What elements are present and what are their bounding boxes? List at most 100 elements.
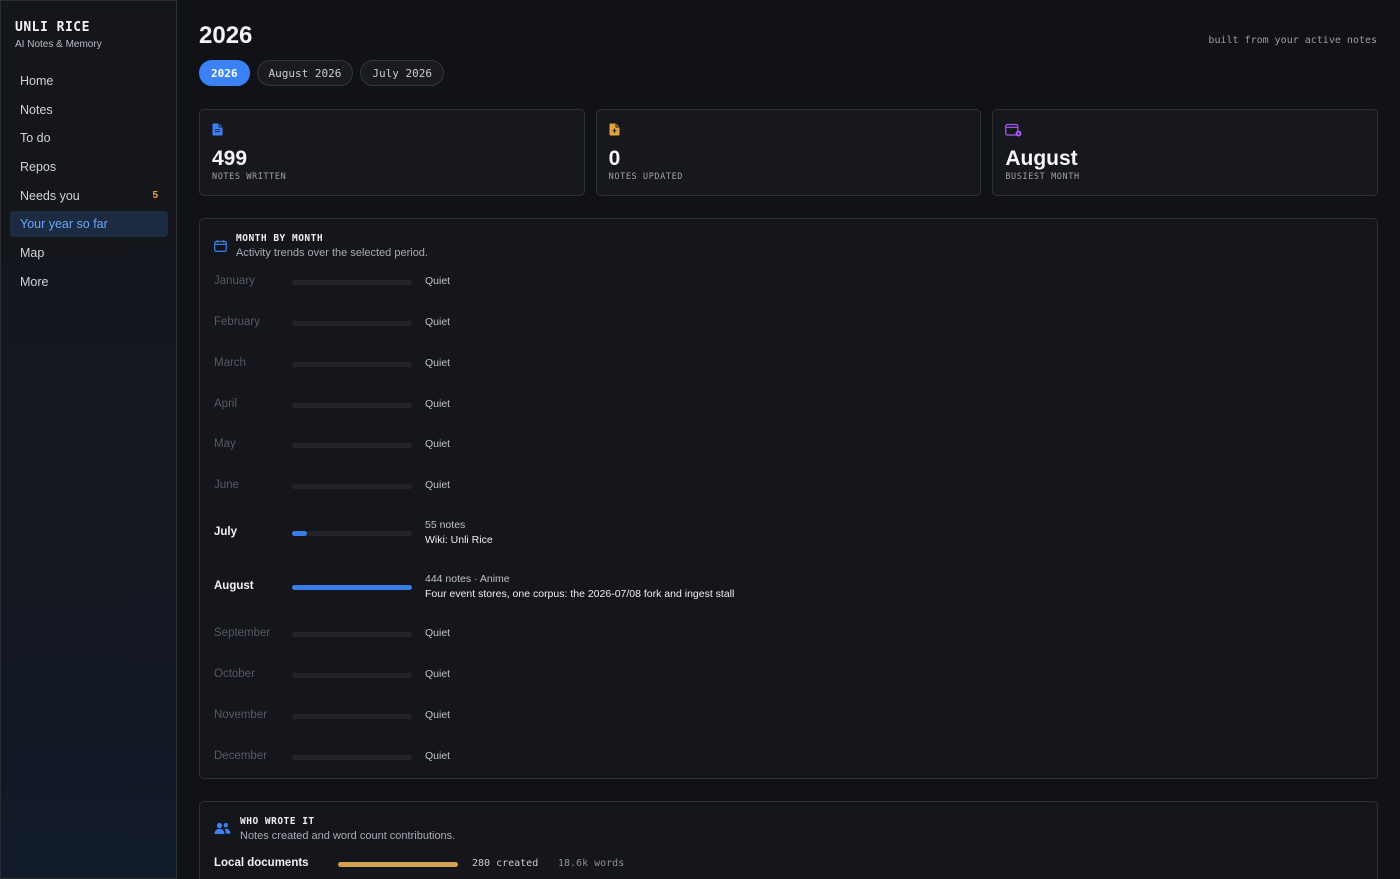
sidebar-nav: Home Notes To do Repos Needs you 5 Your year s… [10, 68, 168, 298]
month-summary: Quiet [425, 668, 450, 680]
sidebar-item-label: More [20, 274, 49, 289]
document-edit-icon [609, 123, 620, 141]
month-summary: 55 notes Wiki: Unli Rice [425, 519, 493, 546]
tab-july-2026[interactable]: July 2026 [360, 60, 444, 86]
stat-label: BUSIEST MONTH [1005, 172, 1080, 182]
month-name: May [214, 438, 236, 450]
month-highlight: Wiki: Unli Rice [425, 534, 493, 546]
author-contribution-bar [338, 862, 458, 867]
month-activity-bar [292, 484, 412, 489]
month-summary: Quiet [425, 627, 450, 639]
month-summary: Quiet [425, 398, 450, 410]
sidebar-item-your-year-so-far[interactable]: Your year so far [10, 211, 168, 238]
month-row-august: August 444 notes · Anime Four event stores… [214, 573, 1364, 600]
month-name: December [214, 750, 268, 762]
month-row-november: November Quiet [214, 704, 1364, 728]
month-count: Quiet [425, 438, 451, 450]
month-count: 55 notes [425, 519, 466, 531]
sidebar-item-home[interactable]: Home [10, 68, 168, 94]
month-activity-fill [292, 585, 412, 590]
sidebar-item-more[interactable]: More [10, 269, 168, 295]
month-activity-bar [292, 403, 412, 408]
month-summary: Quiet [425, 316, 450, 328]
month-count: Quiet [425, 709, 451, 721]
calendar-icon [214, 239, 227, 257]
month-name: June [214, 479, 239, 491]
month-summary: Quiet [425, 750, 450, 762]
app-title: UNLI RICE [15, 20, 90, 35]
sidebar-item-repos[interactable]: Repos [10, 154, 168, 180]
month-summary: Quiet [425, 275, 450, 287]
month-activity-bar [292, 443, 412, 448]
page-title: 2026 [199, 22, 253, 49]
tab-august-2026[interactable]: August 2026 [256, 60, 354, 86]
panel-title: MONTH BY MONTH [236, 233, 324, 244]
users-icon [214, 822, 231, 840]
panel-subtitle: Activity trends over the selected period… [236, 247, 428, 259]
month-activity-bar [292, 531, 412, 536]
month-activity-bar [292, 585, 412, 590]
stat-card-busiest-month: August BUSIEST MONTH [992, 109, 1379, 196]
author-contribution-fill [338, 862, 458, 867]
sidebar-item-needs-you[interactable]: Needs you 5 [10, 183, 168, 209]
sidebar-item-to-do[interactable]: To do [10, 125, 168, 151]
sidebar-item-label: Notes [20, 102, 53, 117]
sidebar-item-map[interactable]: Map [10, 240, 168, 266]
stat-card-notes-written: 499 NOTES WRITTEN [199, 109, 585, 196]
month-name: August [214, 580, 254, 592]
month-activity-bar [292, 673, 412, 678]
month-name: March [214, 357, 246, 369]
stat-value: 499 [212, 147, 248, 170]
month-name: September [214, 627, 271, 639]
month-count: Quiet [425, 398, 451, 410]
period-tabs: 2026 August 2026 July 2026 [199, 60, 444, 86]
sidebar: UNLI RICE AI Notes & Memory Home Notes To … [0, 0, 177, 879]
panel-header: MONTH BY MONTH Activity trends over the … [214, 233, 428, 259]
stat-value: August [1005, 147, 1078, 170]
month-row-october: October Quiet [214, 663, 1364, 687]
calendar-star-icon [1005, 123, 1022, 142]
month-count: Quiet [425, 627, 451, 639]
stat-label: NOTES WRITTEN [212, 172, 287, 182]
month-activity-bar [292, 362, 412, 367]
month-name: January [214, 275, 255, 287]
month-row-january: January Quiet [214, 270, 1364, 294]
month-name: November [214, 709, 268, 721]
month-count: Quiet [425, 750, 451, 762]
stat-card-notes-updated: 0 NOTES UPDATED [595, 109, 982, 196]
author-word-count: 18.6k words [558, 858, 625, 869]
month-row-april: April Quiet [214, 393, 1364, 417]
month-row-february: February Quiet [214, 311, 1364, 335]
month-count: 444 notes · Anime [425, 573, 510, 585]
sidebar-item-label: Repos [20, 160, 57, 175]
main-content: 2026 built from your active notes 2026 Au… [199, 0, 1379, 879]
month-summary: Quiet [425, 709, 450, 721]
sidebar-item-label: Your year so far [20, 217, 108, 232]
count-badge: 5 [152, 190, 158, 202]
app-subtitle: AI Notes & Memory [15, 39, 102, 50]
sidebar-item-label: To do [20, 131, 51, 146]
month-activity-fill [292, 531, 307, 536]
month-activity-bar [292, 714, 412, 719]
sidebar-item-label: Needs you [20, 188, 80, 203]
month-count: Quiet [425, 479, 451, 491]
month-by-month-panel: MONTH BY MONTH Activity trends over the … [199, 218, 1378, 779]
month-row-may: May Quiet [214, 433, 1364, 457]
month-summary: 444 notes · Anime Four event stores, one … [425, 573, 734, 600]
brand: UNLI RICE AI Notes & Memory [15, 20, 102, 50]
month-name: October [214, 668, 255, 680]
author-row: Local documents 280 created 18.6k words [214, 857, 1364, 873]
tab-2026[interactable]: 2026 [199, 60, 250, 86]
month-row-march: March Quiet [214, 352, 1364, 376]
month-activity-bar [292, 321, 412, 326]
panel-title: WHO WROTE IT [240, 816, 315, 827]
panel-header: WHO WROTE IT Notes created and word coun… [214, 816, 455, 842]
month-count: Quiet [425, 275, 451, 287]
month-highlight: Four event stores, one corpus: the 2026-… [425, 588, 735, 600]
month-summary: Quiet [425, 479, 450, 491]
stat-label: NOTES UPDATED [608, 172, 683, 182]
sidebar-item-notes[interactable]: Notes [10, 97, 168, 123]
month-activity-bar [292, 280, 412, 285]
month-summary: Quiet [425, 357, 450, 369]
author-created-count: 280 created [472, 858, 539, 869]
